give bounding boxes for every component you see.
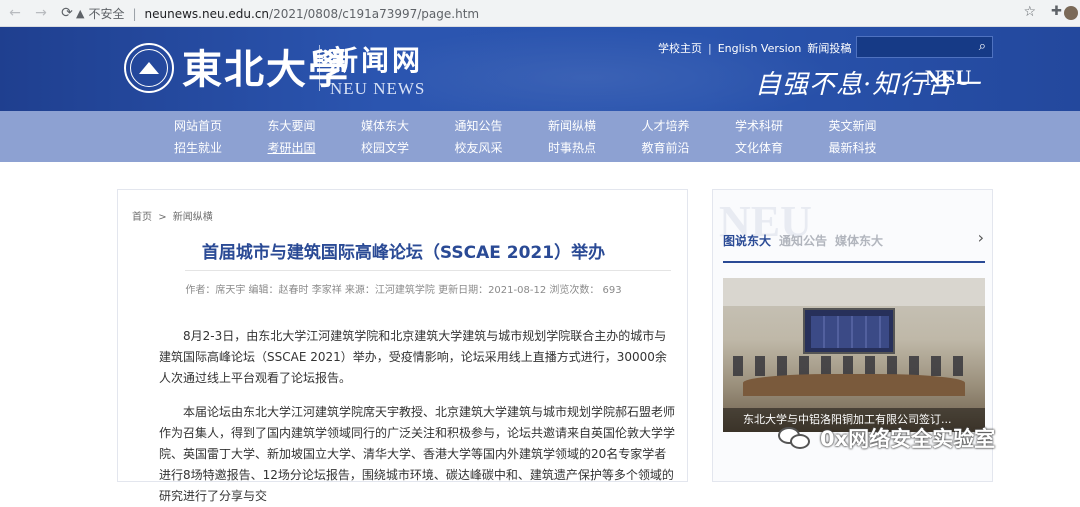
site-header: 東北大學 新闻网 NEU NEWS 学校主页 | English Version… bbox=[0, 27, 1080, 111]
meeting-table bbox=[743, 374, 965, 396]
main-nav: 网站首页 东大要闻 媒体东大 通知公告 新闻纵横 人才培养 学术科研 英文新闻 … bbox=[0, 111, 1080, 162]
browser-toolbar: ← → ⟳ ▲ 不安全 | neunews.neu.edu.cn /2021/0… bbox=[0, 0, 1080, 27]
link-english-version[interactable]: English Version bbox=[718, 42, 802, 55]
nav-item-admissions[interactable]: 招生就业 bbox=[174, 139, 268, 157]
wechat-watermark: 0x网络安全实验室 bbox=[778, 423, 995, 453]
back-arrow-icon[interactable]: ← bbox=[4, 2, 26, 24]
site-name[interactable]: 新闻网 bbox=[330, 39, 423, 79]
chevron-right-icon[interactable]: › bbox=[978, 228, 984, 247]
meeting-screen bbox=[803, 308, 895, 354]
nav-item-research[interactable]: 学术科研 bbox=[735, 117, 829, 135]
link-school-home[interactable]: 学校主页 bbox=[658, 40, 702, 56]
url-host[interactable]: neunews.neu.edu.cn bbox=[145, 7, 270, 21]
address-bar[interactable]: ▲ 不安全 | neunews.neu.edu.cn /2021/0808/c1… bbox=[76, 3, 1042, 24]
breadcrumb: 首页 > 新闻纵横 bbox=[132, 208, 213, 223]
wechat-icon bbox=[778, 425, 812, 451]
link-news-submit[interactable]: 新闻投稿 bbox=[807, 40, 851, 56]
nav-item-education[interactable]: 教育前沿 bbox=[642, 139, 736, 157]
url-path[interactable]: /2021/0808/c191a73997/page.htm bbox=[269, 7, 479, 21]
site-name-en: NEU NEWS bbox=[330, 79, 426, 98]
mountain-icon bbox=[139, 62, 159, 74]
news-photo[interactable]: 东北大学与中铝洛阳铜加工有限公司签订... bbox=[723, 278, 985, 432]
security-label[interactable]: 不安全 bbox=[88, 5, 124, 22]
bookmark-star-icon[interactable]: ☆ bbox=[1023, 4, 1036, 20]
sidebar-tabs: 图说东大 通知公告 媒体东大 bbox=[723, 232, 891, 249]
top-link-separator: | bbox=[708, 41, 712, 55]
top-links: 学校主页 | English Version 新闻投稿 | bbox=[658, 40, 867, 56]
title-divider bbox=[185, 270, 671, 271]
nav-grid: 网站首页 东大要闻 媒体东大 通知公告 新闻纵横 人才培养 学术科研 英文新闻 … bbox=[174, 117, 922, 157]
nav-item-current-affairs[interactable]: 时事热点 bbox=[548, 139, 642, 157]
article-meta: 作者：席天宇 编辑：赵春时 李家祥 来源：江河建筑学院 更新日期：2021-08… bbox=[185, 285, 622, 296]
wechat-watermark-text: 0x网络安全实验室 bbox=[820, 427, 996, 451]
extensions-icon[interactable]: ✚ bbox=[1051, 4, 1062, 19]
nav-item-home[interactable]: 网站首页 bbox=[174, 117, 268, 135]
sidebar-tab-underline bbox=[723, 261, 985, 263]
nav-item-culture-sports[interactable]: 文化体育 bbox=[735, 139, 829, 157]
article-paragraph: 8月2-3日，由东北大学江河建筑学院和北京建筑大学建筑与城市规划学院联合主办的城… bbox=[159, 329, 667, 385]
nav-item-notices[interactable]: 通知公告 bbox=[455, 117, 549, 135]
warning-icon[interactable]: ▲ bbox=[76, 7, 84, 20]
search-icon[interactable]: ⌕ bbox=[979, 39, 986, 54]
logo-divider bbox=[319, 45, 320, 91]
tab-media[interactable]: 媒体东大 bbox=[835, 232, 883, 249]
nav-item-neu-news[interactable]: 东大要闻 bbox=[268, 117, 362, 135]
reload-icon[interactable]: ⟳ bbox=[56, 2, 78, 24]
tab-photo-news[interactable]: 图说东大 bbox=[723, 232, 771, 249]
nav-item-postgrad[interactable]: 考研出国 bbox=[268, 139, 362, 157]
tab-notices[interactable]: 通知公告 bbox=[779, 232, 827, 249]
motto-neu-mark: NEU bbox=[925, 65, 972, 90]
nav-item-english-news[interactable]: 英文新闻 bbox=[829, 117, 923, 135]
profile-avatar[interactable] bbox=[1064, 6, 1078, 20]
nav-item-alumni[interactable]: 校友风采 bbox=[455, 139, 549, 157]
omnibox-separator: | bbox=[132, 6, 137, 21]
breadcrumb-chevron-icon: > bbox=[158, 212, 167, 223]
breadcrumb-current[interactable]: 新闻纵横 bbox=[173, 212, 213, 223]
article-paragraph: 本届论坛由东北大学江河建筑学院席天宇教授、北京建筑大学建筑与城市规划学院郝石盟老… bbox=[159, 405, 676, 503]
nav-item-media[interactable]: 媒体东大 bbox=[361, 117, 455, 135]
nav-item-campus-literature[interactable]: 校园文学 bbox=[361, 139, 455, 157]
university-seal-icon[interactable] bbox=[124, 43, 174, 93]
breadcrumb-home[interactable]: 首页 bbox=[132, 212, 152, 223]
nav-item-tech[interactable]: 最新科技 bbox=[829, 139, 923, 157]
university-logo-text[interactable]: 東北大學 bbox=[182, 37, 350, 95]
article-title: 首届城市与建筑国际高峰论坛（SSCAE 2021）举办 bbox=[201, 243, 606, 263]
article-panel: 首页 > 新闻纵横 首届城市与建筑国际高峰论坛（SSCAE 2021）举办 作者… bbox=[117, 189, 688, 503]
nav-item-talent[interactable]: 人才培养 bbox=[642, 117, 736, 135]
nav-item-news-features[interactable]: 新闻纵横 bbox=[548, 117, 642, 135]
forward-arrow-icon[interactable]: → bbox=[30, 2, 52, 24]
search-input[interactable]: ⌕ bbox=[856, 36, 993, 58]
